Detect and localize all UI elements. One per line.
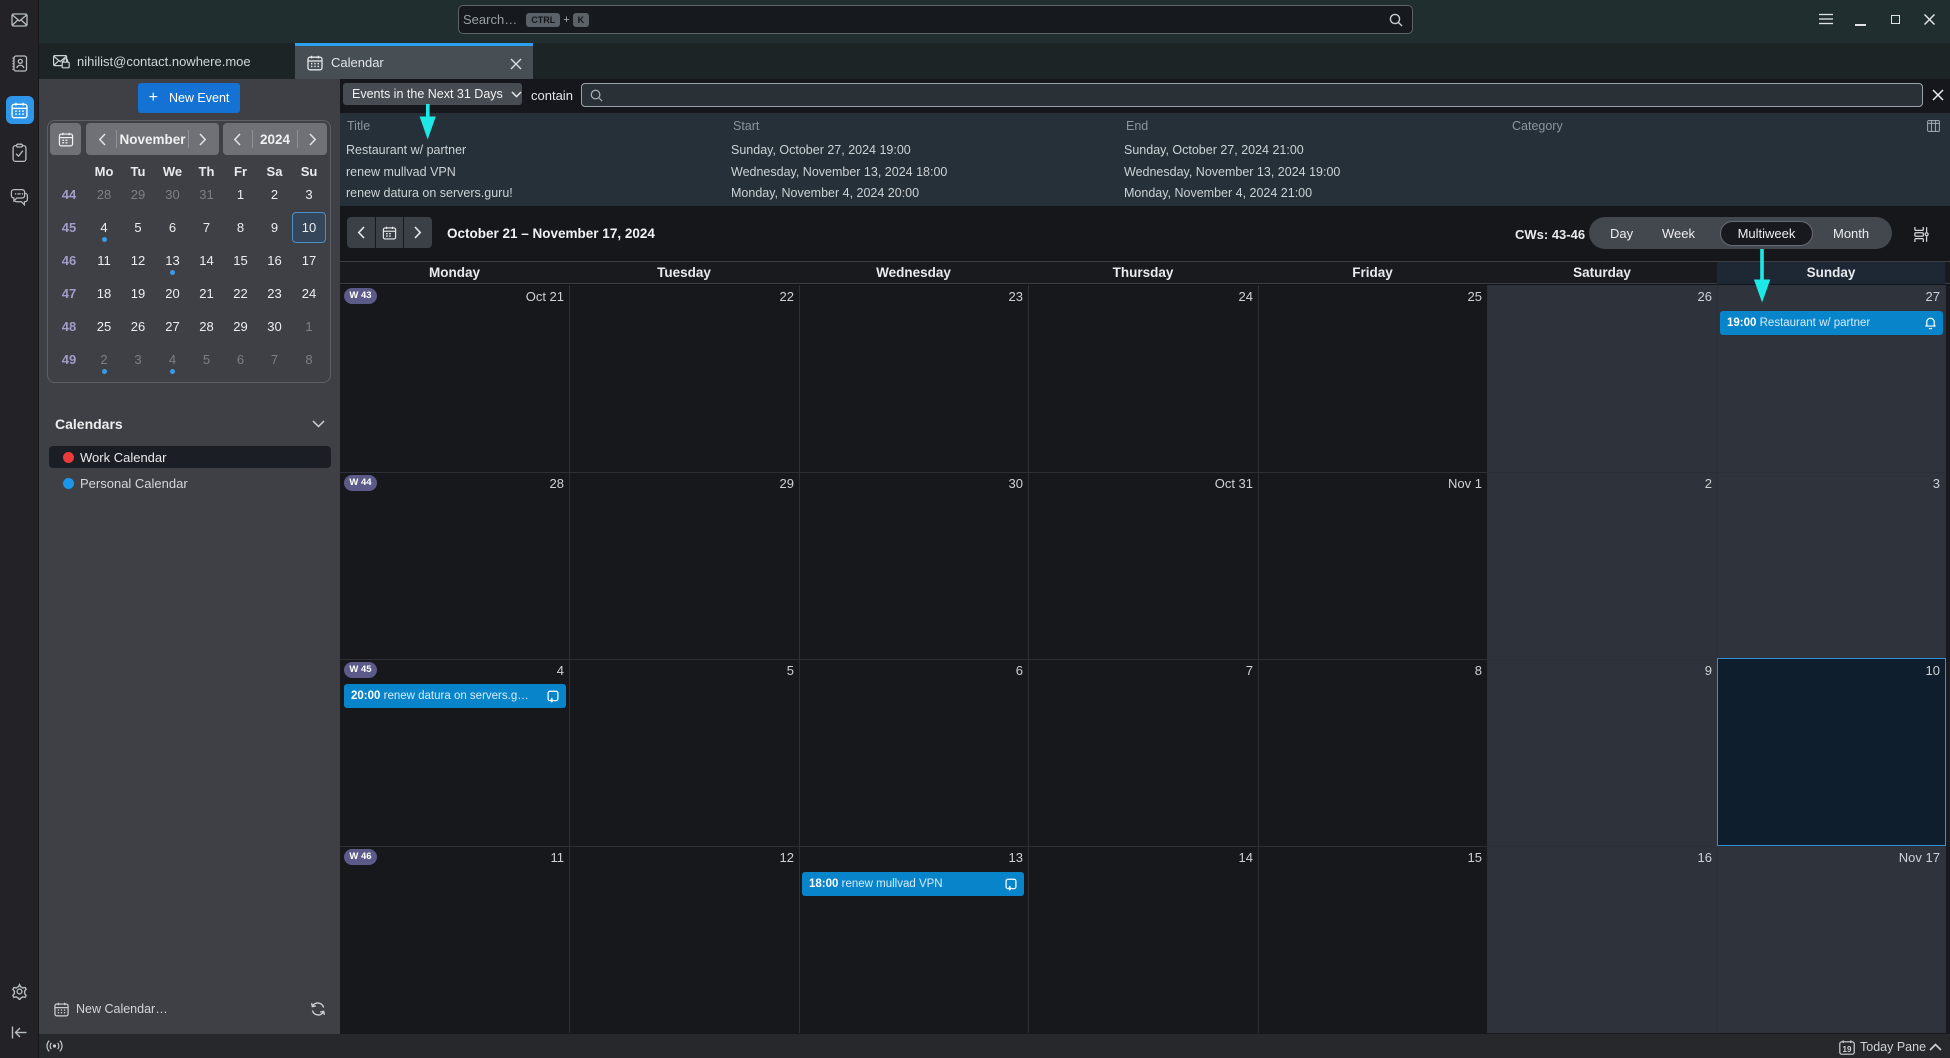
svg-text:19: 19 (1843, 1045, 1852, 1054)
